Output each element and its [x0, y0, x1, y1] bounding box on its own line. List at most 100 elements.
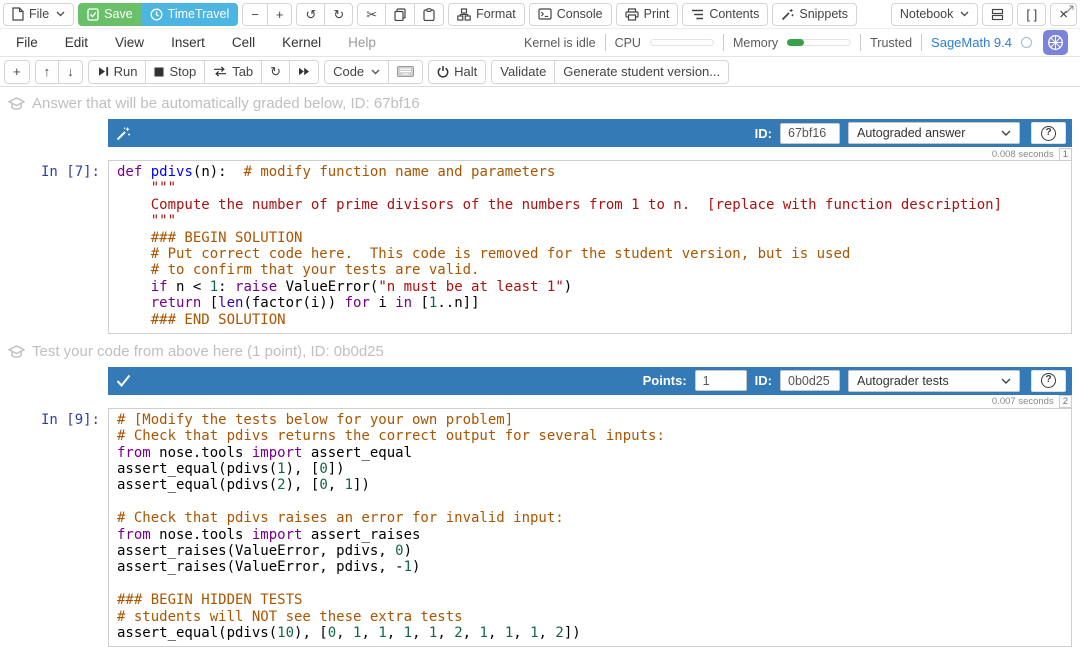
run-time-text: 0.007 seconds [992, 396, 1054, 407]
keyboard-icon [397, 66, 414, 77]
plus-icon: + [13, 65, 21, 78]
id-label: ID: [755, 373, 772, 388]
stop-square-icon [154, 67, 164, 77]
table-of-contents-icon [691, 9, 704, 20]
redo-button[interactable]: ↻ [324, 3, 353, 26]
timetravel-button[interactable]: TimeTravel [141, 3, 239, 26]
stop-button[interactable]: Stop [145, 60, 205, 84]
validate-button[interactable]: Validate [491, 60, 555, 84]
nbgrader-heading-tests: Test your code from above here (1 point)… [8, 343, 1072, 360]
restart-kernel-button[interactable]: ↻ [261, 60, 290, 84]
menu-view[interactable]: View [115, 35, 144, 50]
menu-insert[interactable]: Insert [171, 35, 205, 50]
print-button[interactable]: Print [616, 3, 679, 26]
code-editor[interactable]: def pdivs(n): # modify function name and… [108, 160, 1072, 334]
graduation-cap-icon [8, 96, 25, 111]
fullscreen-button[interactable]: [ ] [1017, 3, 1046, 26]
menu-file[interactable]: File [16, 35, 38, 50]
undo-button[interactable]: ↺ [296, 3, 325, 26]
heading-text: Test your code from above here (1 point)… [32, 343, 384, 360]
chevron-down-icon [56, 11, 65, 17]
console-label: Console [557, 7, 603, 21]
split-horizontal-icon [991, 8, 1004, 21]
swap-arrows-icon [213, 66, 227, 77]
scissors-icon: ✂ [366, 8, 377, 21]
arrow-up-icon: ↑ [44, 65, 51, 78]
menu-help[interactable]: Help [348, 35, 376, 50]
halt-button[interactable]: Halt [428, 60, 486, 84]
execution-count-badge: 2 [1059, 395, 1072, 408]
points-label: Points: [643, 373, 687, 388]
stop-label: Stop [169, 64, 196, 79]
paste-button[interactable] [414, 3, 444, 26]
code-cell-answer: In [7]: ID: Autograded answer ? 0.008 se… [0, 119, 1080, 334]
input-prompt: In [9]: [0, 367, 108, 647]
nbgrader-type-select[interactable]: Autograder tests [848, 370, 1020, 392]
menu-cell[interactable]: Cell [232, 35, 255, 50]
generate-label: Generate student version... [563, 64, 720, 79]
split-frame-button[interactable] [982, 3, 1013, 26]
input-prompt: In [7]: [0, 119, 108, 334]
run-all-button[interactable] [289, 60, 319, 84]
play-to-bar-icon [97, 66, 109, 77]
insert-cell-button[interactable]: + [4, 60, 30, 84]
question-circle-icon: ? [1041, 373, 1056, 388]
kernel-busy-spinner-icon [1021, 37, 1032, 48]
move-cell-down-button[interactable]: ↓ [58, 60, 83, 84]
memory-usage-meter [787, 39, 851, 46]
halt-label: Halt [454, 64, 477, 79]
cell-id-input[interactable] [780, 123, 840, 144]
menu-edit[interactable]: Edit [65, 35, 88, 50]
paste-icon [423, 8, 435, 21]
kernel-name-link[interactable]: SageMath 9.4 [931, 35, 1012, 50]
generate-student-version-button[interactable]: Generate student version... [554, 60, 729, 84]
close-button[interactable]: × [1050, 3, 1077, 26]
snippets-label: Snippets [799, 7, 848, 21]
cut-button[interactable]: ✂ [357, 3, 386, 26]
nbgrader-help-button[interactable]: ? [1031, 370, 1066, 392]
file-menu-button[interactable]: File [3, 3, 74, 26]
nbgrader-heading-answer: Answer that will be automatically graded… [8, 95, 1072, 112]
notebook-menu-button[interactable]: Notebook [891, 3, 979, 26]
notebook-document: Answer that will be automatically graded… [0, 87, 1080, 647]
save-label: Save [104, 7, 133, 21]
kernel-status-text: Kernel is idle [524, 36, 596, 50]
sagemath-wheel-icon [1047, 34, 1064, 51]
id-label: ID: [755, 126, 772, 141]
run-cell-button[interactable]: Run [88, 60, 147, 84]
console-button[interactable]: Console [529, 3, 612, 26]
tab-complete-button[interactable]: Tab [204, 60, 262, 84]
nbgrader-type-value: Autograded answer [857, 126, 965, 140]
snippets-button[interactable]: Snippets [772, 3, 857, 26]
save-button[interactable]: Save [78, 3, 142, 26]
keyboard-shortcuts-button[interactable] [388, 60, 423, 84]
format-label: Format [476, 7, 516, 21]
run-label: Run [114, 64, 138, 79]
sitemap-icon [457, 8, 471, 21]
cell-timing-row: 0.007 seconds 2 [108, 395, 1072, 408]
move-cell-up-button[interactable]: ↑ [35, 60, 60, 84]
points-input[interactable] [695, 370, 747, 391]
copy-button[interactable] [385, 3, 415, 26]
sagemath-logo-button[interactable] [1043, 30, 1068, 55]
brackets-icon: [ ] [1026, 8, 1037, 21]
magic-wand-icon [116, 126, 131, 141]
tab-label: Tab [232, 64, 253, 79]
format-button[interactable]: Format [448, 3, 525, 26]
cell-id-input[interactable] [780, 370, 840, 391]
font-smaller-button[interactable]: − [242, 3, 268, 26]
checkmark-icon [116, 374, 131, 387]
menu-bar: File Edit View Insert Cell Kernel Help K… [0, 29, 1080, 57]
chevron-down-icon [960, 11, 969, 17]
nbgrader-help-button[interactable]: ? [1031, 122, 1066, 144]
chevron-down-icon [1001, 130, 1011, 136]
nbgrader-type-select[interactable]: Autograded answer [848, 122, 1020, 144]
menu-kernel[interactable]: Kernel [282, 35, 321, 50]
arrow-down-icon: ↓ [67, 65, 74, 78]
contents-button[interactable]: Contents [682, 3, 768, 26]
code-editor[interactable]: # [Modify the tests below for your own p… [108, 408, 1072, 647]
font-larger-button[interactable]: + [267, 3, 293, 26]
cell-type-select[interactable]: Code [324, 60, 389, 84]
cell-toolbar: + ↑ ↓ Run Stop Tab ↻ Code Halt [0, 57, 1080, 87]
copy-icon [394, 8, 406, 21]
